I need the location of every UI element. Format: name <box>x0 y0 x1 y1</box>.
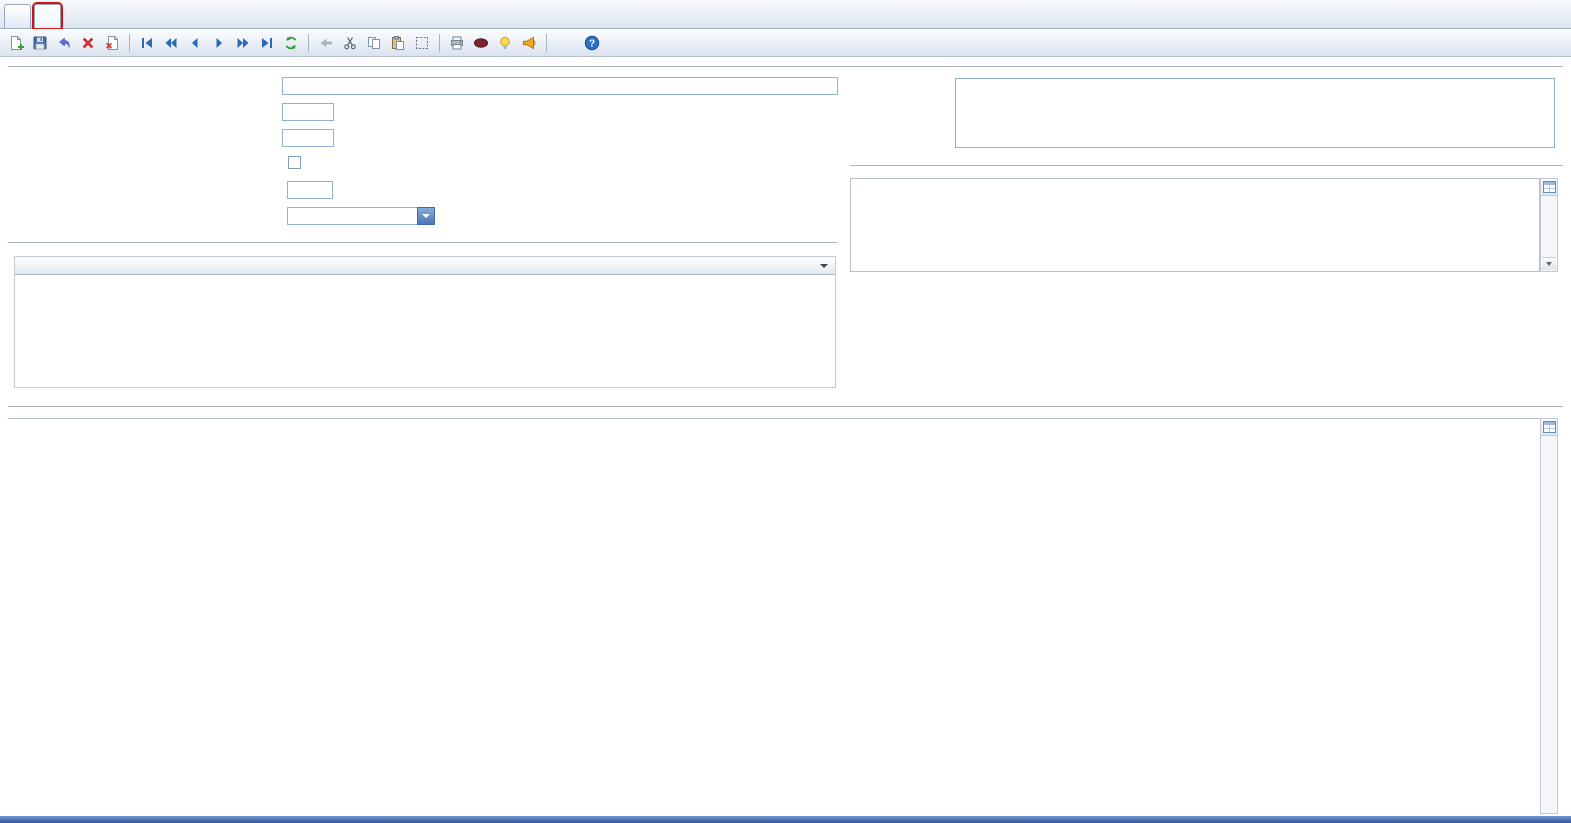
scroll-down-icon[interactable] <box>1542 257 1556 270</box>
save-icon[interactable] <box>29 32 51 54</box>
print-icon[interactable] <box>446 32 468 54</box>
kombinationen-scrollbar[interactable] <box>1540 178 1558 272</box>
nav-forward-icon[interactable] <box>208 32 230 54</box>
groupbox-line <box>8 66 1563 67</box>
select-region-icon[interactable] <box>411 32 433 54</box>
groupbox-line <box>8 242 837 243</box>
groupbox-line <box>850 165 1563 166</box>
id-button[interactable] <box>553 32 579 54</box>
toolbar-separator <box>129 34 130 52</box>
groupbox-line <box>8 406 1563 407</box>
hint-icon[interactable] <box>494 32 516 54</box>
chevron-down-icon <box>422 214 430 218</box>
svg-text:?: ? <box>589 38 595 49</box>
klassengruppen-table <box>14 256 836 388</box>
lob-input[interactable] <box>282 129 334 147</box>
tab-bar <box>0 0 1571 29</box>
back-arrow-icon[interactable] <box>315 32 337 54</box>
tab-zeugniseinstellungen[interactable] <box>34 4 61 28</box>
nav-last-icon[interactable] <box>256 32 278 54</box>
preview-icon[interactable] <box>470 32 492 54</box>
nav-fast-forward-icon[interactable] <box>232 32 254 54</box>
unterpunktungen-checkbox[interactable] <box>288 156 301 169</box>
toolbar-separator <box>439 34 440 52</box>
nav-fast-back-icon[interactable] <box>160 32 182 54</box>
preis-input[interactable] <box>282 103 334 121</box>
rundungsart-select[interactable] <box>287 207 435 225</box>
refresh-icon[interactable] <box>280 32 302 54</box>
help-icon[interactable]: ? <box>581 32 603 54</box>
nachkommastellen-input[interactable] <box>287 181 333 199</box>
bezeichnung-input[interactable] <box>282 77 838 95</box>
delete-icon[interactable] <box>77 32 99 54</box>
discard-icon[interactable] <box>101 32 123 54</box>
window-bottom-edge <box>0 816 1571 823</box>
notification-icon[interactable] <box>518 32 540 54</box>
bemerkung-textarea[interactable] <box>955 78 1555 148</box>
nav-first-icon[interactable] <box>136 32 158 54</box>
new-icon[interactable] <box>5 32 27 54</box>
toolbar: ? <box>0 29 1571 57</box>
column-dropdown-icon[interactable] <box>820 264 828 268</box>
toolbar-separator <box>308 34 309 52</box>
tab-start[interactable] <box>4 4 31 28</box>
rundungsart-value[interactable] <box>287 207 417 225</box>
toolbar-separator <box>546 34 547 52</box>
nav-back-icon[interactable] <box>184 32 206 54</box>
column-chooser-icon[interactable] <box>1541 419 1557 436</box>
app-window: ? <box>0 0 1571 823</box>
konfiguration-scrollbar[interactable] <box>1540 418 1558 814</box>
cut-icon[interactable] <box>339 32 361 54</box>
konfiguration-table <box>8 418 1540 419</box>
copy-icon[interactable] <box>363 32 385 54</box>
paste-icon[interactable] <box>387 32 409 54</box>
dropdown-button[interactable] <box>417 207 435 225</box>
column-chooser-icon[interactable] <box>1541 179 1557 196</box>
kombinationen-table <box>850 178 1540 272</box>
klassengruppe-column-header[interactable] <box>15 257 835 275</box>
undo-icon[interactable] <box>53 32 75 54</box>
